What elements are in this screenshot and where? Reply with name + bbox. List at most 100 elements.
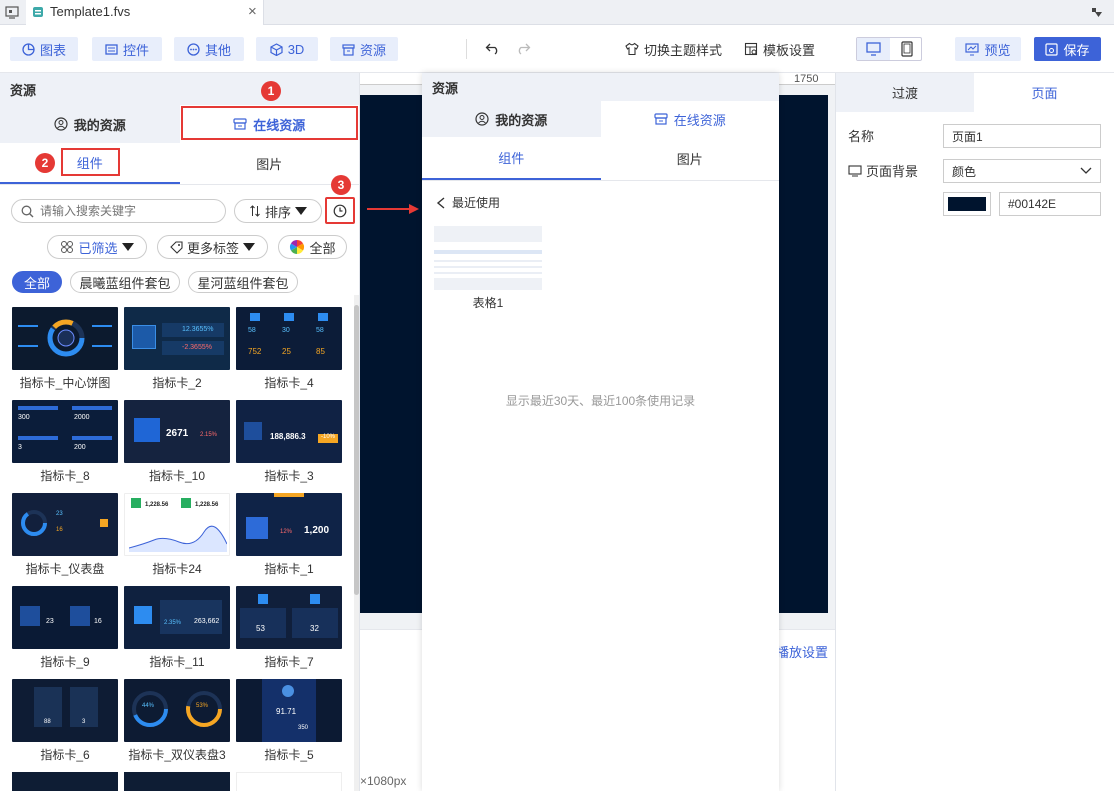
window-menu-icon[interactable] bbox=[5, 5, 19, 19]
filtered-dropdown[interactable]: 已筛选 bbox=[47, 235, 147, 259]
user-circle-icon bbox=[54, 117, 68, 131]
widget-button[interactable]: 控件 bbox=[92, 37, 162, 61]
thumb-value: 2000 bbox=[74, 414, 90, 421]
more-tags-dropdown[interactable]: 更多标签 bbox=[157, 235, 268, 259]
component-thumbnail bbox=[12, 307, 118, 370]
ruler-mark: 1750 bbox=[794, 73, 819, 85]
popup-online-resources-tab[interactable]: 在线资源 bbox=[600, 101, 779, 137]
redo-icon[interactable] bbox=[516, 42, 531, 55]
recent-back-button[interactable]: 最近使用 bbox=[436, 194, 500, 211]
component-card[interactable]: 2.35% 263,662 指标卡_11 bbox=[124, 586, 230, 670]
chart-button[interactable]: 图表 bbox=[10, 37, 78, 61]
component-label: 指标卡_2 bbox=[152, 376, 202, 390]
component-card[interactable]: 300 2000 3 200 指标卡_8 bbox=[12, 400, 118, 484]
component-card[interactable]: 91.71 350 指标卡_5 bbox=[236, 679, 342, 763]
sort-label: 排序 bbox=[264, 204, 291, 220]
tab-transition-label: 过渡 bbox=[891, 86, 918, 101]
thumb-value: 12.3655% bbox=[162, 323, 224, 337]
tab-transition[interactable]: 过渡 bbox=[836, 73, 974, 112]
component-card[interactable]: 12.3655% -2.3655% 指标卡_2 bbox=[124, 307, 230, 391]
component-card[interactable]: 23 16 指标卡_仪表盘 bbox=[12, 493, 118, 577]
threed-button[interactable]: 3D bbox=[256, 37, 318, 61]
donut-graphic bbox=[47, 319, 85, 357]
thumb-value: 188,886.3 bbox=[270, 432, 306, 441]
template-settings-button[interactable]: 模板设置 bbox=[744, 37, 815, 61]
more-dots-icon bbox=[187, 42, 200, 56]
component-thumbnail[interactable] bbox=[124, 772, 230, 791]
recent-history-button[interactable] bbox=[325, 197, 355, 224]
background-type-value: 颜色 bbox=[952, 164, 977, 179]
component-thumbnail[interactable] bbox=[236, 772, 342, 791]
component-card[interactable]: 2671 2.15% 指标卡_10 bbox=[124, 400, 230, 484]
chart-button-label: 图表 bbox=[39, 42, 66, 58]
resource-button[interactable]: 资源 bbox=[330, 37, 398, 61]
color-hex-input[interactable]: #00142E bbox=[999, 192, 1101, 216]
panel-title: 资源 bbox=[0, 73, 359, 105]
tab-images[interactable]: 图片 bbox=[180, 143, 360, 184]
popup-tab-components[interactable]: 组件 bbox=[422, 137, 601, 180]
component-label: 指标卡_11 bbox=[149, 655, 205, 669]
annotation-badge-1: 1 bbox=[261, 81, 281, 101]
recent-title: 最近使用 bbox=[452, 196, 501, 210]
play-settings-link[interactable]: 播放设置 bbox=[776, 642, 828, 661]
category-all[interactable]: 全部 bbox=[12, 271, 62, 293]
page-name-value: 页面1 bbox=[952, 129, 983, 144]
color-swatch[interactable] bbox=[943, 192, 991, 216]
thumb-value: 16 bbox=[94, 618, 102, 625]
popup-content-tabs: 组件 图片 bbox=[422, 137, 779, 181]
background-type-select[interactable]: 颜色 bbox=[943, 159, 1101, 183]
popup-online-resources-label: 在线资源 bbox=[673, 112, 726, 128]
save-icon bbox=[1045, 42, 1059, 56]
recent-item-thumbnail[interactable] bbox=[434, 226, 542, 290]
category-galaxy-blue[interactable]: 星河蓝组件套包 bbox=[188, 271, 298, 293]
filtered-label: 已筛选 bbox=[78, 240, 118, 256]
component-card[interactable]: 44% 53% 指标卡_双仪表盘3 bbox=[124, 679, 230, 763]
component-card[interactable]: 58 30 58 752 25 85 指标卡_4 bbox=[236, 307, 342, 391]
document-tab[interactable]: Template1.fvs × bbox=[26, 0, 264, 25]
component-card[interactable]: 指标卡_中心饼图 bbox=[12, 307, 118, 391]
search-input[interactable] bbox=[40, 204, 210, 218]
resource-popup: 资源 我的资源 在线资源 组件 图片 最近使用 表格1 显示最近30天、最近10… bbox=[422, 73, 779, 791]
component-card[interactable]: 53 32 指标卡_7 bbox=[236, 586, 342, 670]
other-button[interactable]: 其他 bbox=[174, 37, 244, 61]
divider bbox=[466, 39, 467, 59]
preview-button[interactable]: 预览 bbox=[955, 37, 1021, 61]
color-filter-dropdown[interactable]: 全部 bbox=[278, 235, 347, 259]
resource-panel: 资源 我的资源 在线资源 组件 图片 1 2 3 排序 已筛选 bbox=[0, 73, 360, 791]
page-name-input[interactable]: 页面1 bbox=[943, 124, 1101, 148]
category-dawn-blue[interactable]: 晨曦蓝组件套包 bbox=[70, 271, 180, 293]
gauge-graphic bbox=[186, 691, 222, 727]
component-card[interactable]: 23 16 指标卡_9 bbox=[12, 586, 118, 670]
thumb-value: 23 bbox=[56, 511, 63, 517]
scrollbar-thumb[interactable] bbox=[354, 305, 359, 595]
undo-icon[interactable] bbox=[485, 42, 500, 55]
component-card[interactable]: 12% 1,200 指标卡_1 bbox=[236, 493, 342, 577]
sort-dropdown[interactable]: 排序 bbox=[234, 199, 322, 223]
component-card[interactable]: 1,228.56 1,228.56 指标卡24 bbox=[124, 493, 230, 577]
close-icon[interactable]: × bbox=[248, 3, 257, 20]
popup-my-resources-tab[interactable]: 我的资源 bbox=[422, 101, 601, 137]
thumb-value: 2.35% bbox=[164, 620, 182, 626]
thumb-value: 2671 bbox=[166, 428, 189, 439]
search-box[interactable] bbox=[11, 199, 226, 223]
thumb-value: 85 bbox=[316, 347, 325, 356]
popup-tab-images[interactable]: 图片 bbox=[601, 137, 780, 180]
thumb-value: 2.15% bbox=[200, 432, 218, 438]
desktop-view-toggle[interactable] bbox=[857, 38, 890, 60]
file-icon bbox=[33, 7, 43, 17]
component-card[interactable]: 88 3 指标卡_6 bbox=[12, 679, 118, 763]
popup-tab-images-label: 图片 bbox=[676, 152, 703, 167]
component-card[interactable]: 188,886.3 -10% 指标卡_3 bbox=[236, 400, 342, 484]
user-circle-icon bbox=[475, 112, 489, 126]
my-resources-tab[interactable]: 我的资源 bbox=[0, 105, 180, 143]
save-button[interactable]: 保存 bbox=[1034, 37, 1101, 61]
store-icon bbox=[654, 113, 668, 125]
collapse-icon[interactable] bbox=[1090, 6, 1104, 20]
theme-switch-button[interactable]: 切换主题样式 bbox=[625, 37, 722, 61]
tablet-view-toggle[interactable] bbox=[890, 38, 923, 60]
tab-page[interactable]: 页面 bbox=[974, 73, 1114, 112]
gauge-graphic bbox=[132, 691, 168, 727]
component-thumbnail[interactable] bbox=[12, 772, 118, 791]
caret-down-icon bbox=[295, 207, 307, 215]
thumb-value: -2.3655% bbox=[162, 341, 224, 355]
